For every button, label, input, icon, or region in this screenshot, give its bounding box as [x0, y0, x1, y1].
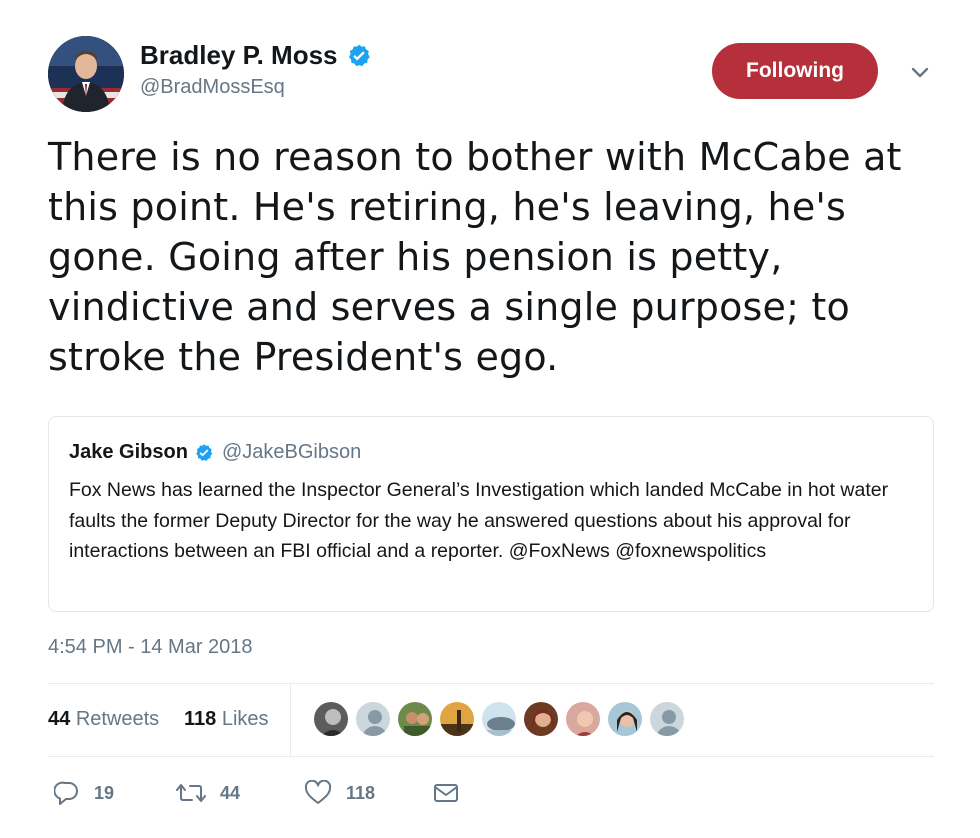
- reply-count: 19: [94, 782, 115, 803]
- liker-avatar[interactable]: [564, 700, 602, 738]
- like-button[interactable]: 118: [304, 780, 375, 806]
- divider: [48, 756, 934, 757]
- like-count: 118: [346, 782, 376, 803]
- quoted-tweet-header: Jake Gibson @JakeBGibson: [69, 441, 361, 464]
- tweet-actions: 19 44 118: [48, 776, 548, 816]
- verified-badge-icon: [196, 443, 213, 461]
- liker-avatar[interactable]: [522, 700, 560, 738]
- author-avatar[interactable]: [48, 36, 124, 112]
- liker-avatar[interactable]: [648, 700, 686, 738]
- quoted-author-handle: @JakeBGibson: [221, 441, 362, 463]
- author-name-row[interactable]: Bradley P. Moss: [140, 40, 372, 71]
- quoted-tweet-text: Fox News has learned the Inspector Gener…: [69, 479, 889, 562]
- verified-badge-icon: [348, 44, 370, 66]
- stats-separator: [290, 684, 291, 756]
- likes-count: 118: [184, 708, 217, 730]
- author-handle[interactable]: @BradMossEsq: [140, 76, 285, 99]
- tweet-text: There is no reason to bother with McCabe…: [48, 135, 902, 379]
- quoted-author-name: Jake Gibson: [69, 441, 188, 463]
- liker-avatar[interactable]: [312, 700, 350, 738]
- likes-stat[interactable]: 118 Likes: [184, 708, 269, 731]
- chevron-down-icon[interactable]: [906, 58, 934, 86]
- quoted-tweet[interactable]: Jake Gibson @JakeBGibson Fox News has le…: [48, 416, 934, 612]
- tweet-timestamp[interactable]: 4:54 PM - 14 Mar 2018: [48, 636, 253, 659]
- liker-avatar[interactable]: [354, 700, 392, 738]
- retweets-label: Retweets: [75, 708, 160, 730]
- direct-message-button[interactable]: [432, 780, 460, 806]
- liker-avatar[interactable]: [396, 700, 434, 738]
- tweet-stats: 44 Retweets 118 Likes: [48, 684, 934, 756]
- retweet-icon: [176, 784, 206, 802]
- reply-icon: [54, 781, 78, 805]
- retweet-count: 44: [220, 782, 241, 803]
- likers-avatars: [312, 700, 686, 738]
- reply-button[interactable]: 19: [54, 780, 114, 806]
- envelope-icon: [434, 784, 458, 802]
- liker-avatar[interactable]: [438, 700, 476, 738]
- heart-icon: [304, 780, 332, 804]
- retweets-stat[interactable]: 44 Retweets: [48, 708, 159, 731]
- retweets-count: 44: [48, 708, 71, 730]
- liker-avatar[interactable]: [606, 700, 644, 738]
- author-name[interactable]: Bradley P. Moss: [140, 40, 338, 71]
- likes-label: Likes: [221, 708, 269, 730]
- liker-avatar[interactable]: [480, 700, 518, 738]
- following-button[interactable]: Following: [712, 43, 878, 99]
- retweet-button[interactable]: 44: [176, 780, 240, 806]
